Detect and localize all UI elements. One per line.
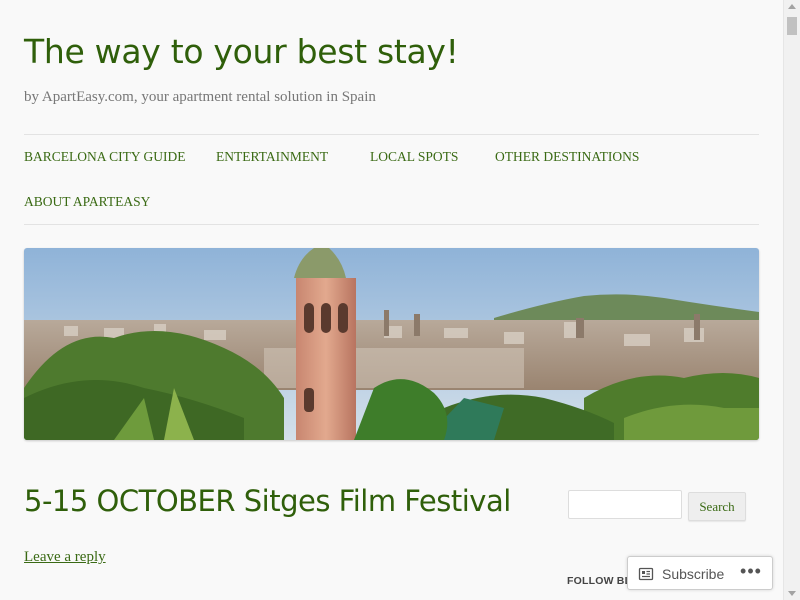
nav-item-other-destinations[interactable]: OTHER DESTINATIONS [495, 149, 639, 165]
header-image [24, 248, 759, 440]
nav-item-about-aparteasy[interactable]: ABOUT APARTEASY [24, 194, 150, 210]
follow-blog-heading: FOLLOW BL [567, 575, 632, 587]
ellipsis-icon[interactable]: ••• [738, 560, 764, 586]
nav-top-divider [24, 134, 759, 135]
nav-item-barcelona-city-guide[interactable]: BARCELONA CITY GUIDE [24, 149, 186, 165]
nav-item-local-spots[interactable]: LOCAL SPOTS [370, 149, 458, 165]
nav-bottom-divider [24, 224, 759, 225]
site-title[interactable]: The way to your best stay! [24, 32, 459, 71]
leave-reply-link[interactable]: Leave a reply [24, 549, 106, 566]
scroll-up-arrow-icon[interactable] [788, 4, 796, 9]
scroll-thumb[interactable] [787, 17, 797, 35]
search-input[interactable] [568, 490, 682, 519]
subscribe-bar: Subscribe ••• [627, 556, 773, 590]
subscribe-label: Subscribe [662, 566, 725, 582]
subscribe-button[interactable]: Subscribe [638, 563, 724, 585]
search-button[interactable]: Search [688, 492, 746, 521]
reader-icon [638, 567, 654, 581]
site-tagline: by ApartEasy.com, your apartment rental … [24, 89, 376, 105]
scroll-down-arrow-icon[interactable] [788, 591, 796, 596]
vertical-scrollbar[interactable] [783, 0, 800, 600]
nav-item-entertainment[interactable]: ENTERTAINMENT [216, 149, 328, 165]
post-title[interactable]: 5-15 OCTOBER Sitges Film Festival [24, 484, 511, 518]
barcelona-panorama-image [24, 248, 759, 440]
